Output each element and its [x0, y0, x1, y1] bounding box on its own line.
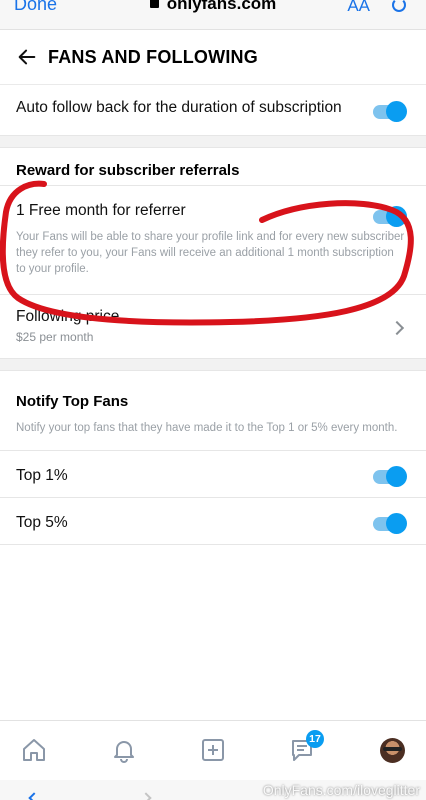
avatar[interactable] — [380, 738, 405, 763]
messages-count-badge: 17 — [306, 730, 324, 748]
bell-icon[interactable] — [110, 736, 140, 766]
auto-follow-row[interactable]: Auto follow back for the duration of sub… — [0, 85, 426, 136]
notify-description: Notify your top fans that they have made… — [16, 422, 398, 434]
free-month-row[interactable]: 1 Free month for referrer Your Fans will… — [0, 186, 426, 295]
notify-top-fans-section: Notify Top Fans Notify your top fans tha… — [0, 371, 426, 451]
watermark-text: OnlyFans.com/iloveglitter — [262, 782, 420, 798]
home-icon[interactable] — [20, 736, 50, 766]
free-month-toggle[interactable] — [373, 206, 407, 227]
browser-toolbar: Done onlyfans.com AA — [0, 0, 426, 30]
url-text: onlyfans.com — [166, 0, 277, 13]
auto-follow-label: Auto follow back for the duration of sub… — [16, 99, 342, 116]
following-price-value: $25 per month — [16, 330, 94, 344]
referrals-section-title: Reward for subscriber referrals — [0, 148, 426, 186]
arrow-left-icon[interactable] — [16, 46, 38, 68]
top-1-row[interactable]: Top 1% — [0, 451, 426, 498]
notify-title: Notify Top Fans — [16, 393, 129, 410]
top-5-label: Top 5% — [16, 514, 68, 531]
lock-icon — [149, 0, 159, 8]
plus-square-icon[interactable] — [199, 736, 229, 766]
free-month-description: Your Fans will be able to share your pro… — [16, 231, 405, 275]
auto-follow-toggle[interactable] — [373, 101, 407, 122]
top-5-row[interactable]: Top 5% — [0, 498, 426, 545]
bottom-tab-bar — [0, 720, 426, 780]
top-1-label: Top 1% — [16, 467, 68, 484]
free-month-label: 1 Free month for referrer — [16, 202, 186, 219]
top-1-toggle[interactable] — [373, 466, 407, 487]
section-divider — [0, 136, 426, 148]
page-title: FANS AND FOLLOWING — [48, 46, 258, 67]
section-divider — [0, 359, 426, 371]
following-price-row[interactable]: Following price $25 per month — [0, 295, 426, 359]
top-5-toggle[interactable] — [373, 513, 407, 534]
page-header: FANS AND FOLLOWING — [0, 30, 426, 85]
text-size-button[interactable]: AA — [347, 0, 370, 16]
following-price-label: Following price — [16, 308, 120, 325]
